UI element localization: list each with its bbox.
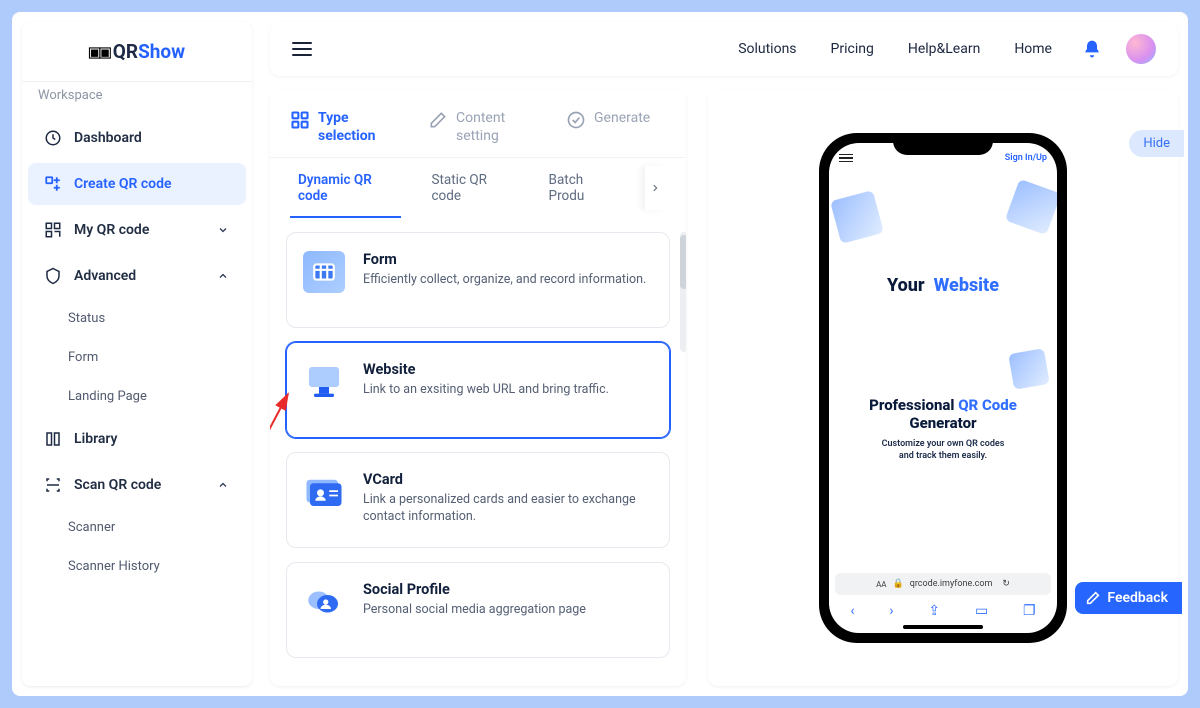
avatar[interactable]: [1126, 34, 1156, 64]
cube-decor: [1005, 179, 1057, 235]
sidebar-item-scan[interactable]: Scan QR code: [28, 464, 246, 506]
step-label: Content setting: [456, 110, 536, 145]
cards-list: Form Efficiently collect, organize, and …: [270, 218, 686, 672]
website-icon: [303, 361, 345, 403]
steps: Type selection Content setting Generate: [270, 90, 686, 158]
tabs-next-button[interactable]: [645, 166, 666, 210]
edit-icon: [428, 110, 448, 130]
nav-pricing[interactable]: Pricing: [831, 41, 874, 57]
sidebar-item-advanced[interactable]: Advanced: [28, 255, 246, 297]
nav-solutions[interactable]: Solutions: [738, 41, 796, 57]
sidebar-item-dashboard[interactable]: Dashboard: [28, 117, 246, 159]
nav-tabs-icon: ❐: [1023, 603, 1036, 619]
tab-dynamic[interactable]: Dynamic QR code: [290, 158, 401, 218]
sidebar-sub-landing[interactable]: Landing Page: [22, 377, 252, 416]
step-label: Type selection: [318, 110, 398, 145]
cube-decor: [1008, 348, 1050, 390]
center-panel: Type selection Content setting Generate: [270, 90, 686, 686]
menu-icon[interactable]: [292, 42, 312, 56]
grid-icon: [290, 110, 310, 130]
feedback-button[interactable]: Feedback: [1075, 582, 1182, 614]
card-vcard[interactable]: VCard Link a personalized cards and easi…: [286, 452, 670, 548]
sidebar-sub-scanner[interactable]: Scanner: [22, 508, 252, 547]
library-icon: [44, 430, 62, 448]
social-icon: [303, 581, 345, 623]
sidebar-item-label: My QR code: [74, 222, 149, 238]
logo-icon: ▣▣: [89, 41, 110, 63]
cube-decor: [830, 190, 884, 244]
nav-back-icon: ‹: [850, 603, 854, 619]
dashboard-icon: [44, 129, 62, 147]
step-label: Generate: [594, 110, 650, 128]
vcard-icon: [303, 471, 345, 513]
phone-subtitle: Customize your own QR codesand track the…: [829, 438, 1057, 462]
card-desc: Efficiently collect, organize, and recor…: [363, 272, 646, 289]
phone-nav: ‹ › ⇪ ▭ ❐: [829, 599, 1057, 625]
phone-menu-icon: [839, 154, 853, 163]
nav-book-icon: ▭: [975, 603, 988, 619]
card-website[interactable]: Website Link to an exsiting web URL and …: [286, 342, 670, 438]
sidebar-item-label: Create QR code: [74, 176, 172, 192]
step-content[interactable]: Content setting: [428, 110, 536, 145]
sidebar-item-label: Dashboard: [74, 130, 142, 146]
card-social[interactable]: Social Profile Personal social media agg…: [286, 562, 670, 658]
scrollbar[interactable]: [680, 232, 686, 352]
sidebar-item-label: Scan QR code: [74, 477, 161, 493]
chevron-down-icon: [216, 223, 230, 237]
card-desc: Link a personalized cards and easier to …: [363, 492, 653, 526]
preview-panel: Hide Sign In/Up Your We: [708, 90, 1178, 686]
tab-static[interactable]: Static QR code: [423, 158, 518, 218]
phone-mock: Sign In/Up Your Website Professional QR …: [819, 133, 1067, 643]
nav-fwd-icon: ›: [889, 603, 893, 619]
step-type[interactable]: Type selection: [290, 110, 398, 145]
nav-home[interactable]: Home: [1014, 41, 1052, 57]
advanced-icon: [44, 267, 62, 285]
card-form[interactable]: Form Efficiently collect, organize, and …: [286, 232, 670, 328]
tabs: Dynamic QR code Static QR code Batch Pro…: [270, 158, 686, 218]
card-title: VCard: [363, 471, 653, 488]
sidebar-item-label: Library: [74, 431, 118, 447]
chevron-up-icon: [216, 478, 230, 492]
chevron-up-icon: [216, 269, 230, 283]
form-icon: [303, 251, 345, 293]
sidebar-item-label: Advanced: [74, 268, 136, 284]
myqr-icon: [44, 221, 62, 239]
phone-signin: Sign In/Up: [1005, 153, 1047, 163]
logo[interactable]: ▣▣ QRShow: [22, 30, 252, 81]
card-desc: Personal social media aggregation page: [363, 602, 586, 619]
step-generate[interactable]: Generate: [566, 110, 650, 145]
card-desc: Link to an exsiting web URL and bring tr…: [363, 382, 609, 399]
sidebar-sub-form[interactable]: Form: [22, 338, 252, 377]
sidebar: ▣▣ QRShow Workspace Dashboard Create QR …: [22, 22, 252, 686]
topbar: Solutions Pricing Help&Learn Home: [270, 22, 1178, 76]
nav-help[interactable]: Help&Learn: [908, 41, 980, 57]
card-title: Social Profile: [363, 581, 586, 598]
sidebar-item-library[interactable]: Library: [28, 418, 246, 460]
phone-headline: Professional QR CodeGenerator: [829, 396, 1057, 432]
card-title: Form: [363, 251, 646, 268]
sidebar-sub-status[interactable]: Status: [22, 299, 252, 338]
sidebar-item-create[interactable]: Create QR code: [28, 163, 246, 205]
scan-icon: [44, 476, 62, 494]
workspace-label: Workspace: [22, 81, 252, 115]
card-title: Website: [363, 361, 609, 378]
hide-button[interactable]: Hide: [1129, 130, 1184, 157]
phone-title: Your Website: [829, 275, 1057, 296]
bell-icon[interactable]: [1082, 38, 1102, 60]
create-icon: [44, 175, 62, 193]
sidebar-sub-history[interactable]: Scanner History: [22, 547, 252, 586]
check-icon: [566, 110, 586, 130]
tab-batch[interactable]: Batch Produ: [541, 158, 623, 218]
sidebar-item-myqr[interactable]: My QR code: [28, 209, 246, 251]
nav-share-icon: ⇪: [928, 603, 940, 619]
phone-urlbar: AA 🔒 qrcode.imyfone.com ↻: [835, 573, 1051, 595]
